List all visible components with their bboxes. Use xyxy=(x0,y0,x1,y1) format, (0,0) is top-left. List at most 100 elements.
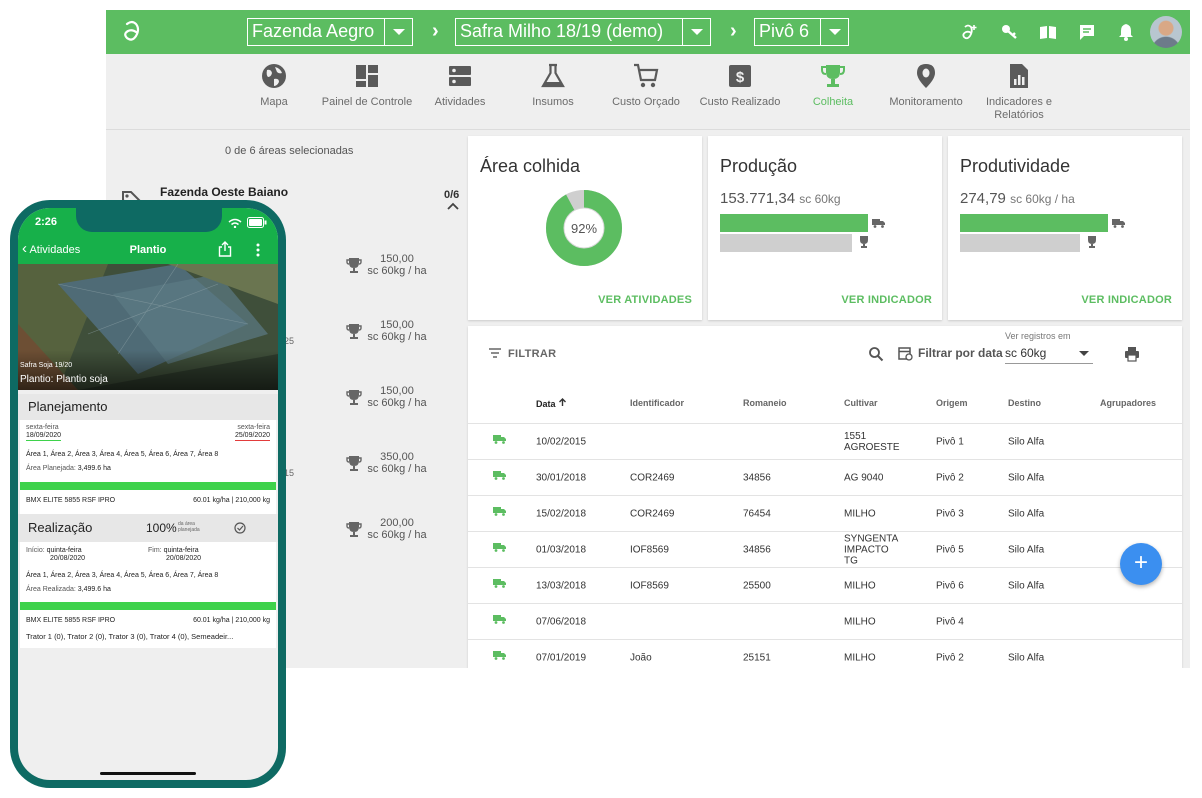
add-harvest-button[interactable]: + xyxy=(1120,543,1162,585)
card-title: Produção xyxy=(720,156,798,176)
produtividade-unit: sc 60kg / ha xyxy=(1010,192,1075,206)
ver-indicador-link[interactable]: VER INDICADOR xyxy=(841,294,932,306)
area-yield-row[interactable]: 150,00 sc 60kg / ha xyxy=(346,385,436,415)
farm-selector[interactable]: Fazenda Aegro xyxy=(247,18,413,46)
truck-icon xyxy=(493,543,506,552)
planejamento-section-header: Planejamento xyxy=(18,394,278,420)
table-cell: 15/02/2018 xyxy=(536,508,587,519)
machines-list: Trator 1 (0), Trator 2 (0), Trator 3 (0)… xyxy=(26,632,234,641)
start-date: 18/09/2020 xyxy=(26,432,62,441)
nav-item-colheita[interactable]: Colheita xyxy=(787,62,879,109)
nav-item-label: Monitoramento xyxy=(889,96,963,108)
area-yield-row[interactable]: 150,00 sc 60kg / ha xyxy=(346,319,436,349)
yield-value: 150,00 xyxy=(380,319,414,331)
table-cell: COR2469 xyxy=(630,472,675,483)
column-header-cultivar[interactable]: Cultivar xyxy=(844,398,878,408)
table-row[interactable]: 13/03/2018 IOF8569 25500 MILHO Pivô 6 Silo Al… xyxy=(468,567,1182,603)
realizacao-percent: 100% xyxy=(146,521,177,535)
ver-atividades-link[interactable]: VER ATIVIDADES xyxy=(598,294,692,306)
table-cell: 07/01/2019 xyxy=(536,652,587,663)
battery-icon xyxy=(247,217,267,228)
table-row[interactable]: 15/02/2018 COR2469 76454 MILHO Pivô 3 Silo Al… xyxy=(468,495,1182,531)
bug-pin-icon xyxy=(917,64,935,88)
table-row[interactable]: 07/06/2018 MILHO Pivô 4 xyxy=(468,603,1182,639)
yield-unit: sc 60kg / ha xyxy=(367,397,427,409)
farm-name[interactable]: Fazenda Oeste Baiano xyxy=(160,185,288,199)
card-produtividade: Produtividade 274,79 sc 60kg / ha VER IN… xyxy=(948,136,1182,320)
pivot-selector[interactable]: Pivô 6 xyxy=(754,18,849,46)
nav-item-atividades[interactable]: Atividades xyxy=(414,62,506,109)
trophy-icon xyxy=(860,236,868,248)
table-cell: MILHO xyxy=(844,616,876,627)
nav-item-mapa[interactable]: Mapa xyxy=(228,62,320,109)
aegro-logo-icon[interactable] xyxy=(118,18,146,46)
table-cell: MILHO xyxy=(844,580,876,591)
producao-expected-bar xyxy=(720,234,852,252)
card-producao: Produção 153.771,34 sc 60kg VER INDICADO… xyxy=(708,136,942,320)
produtividade-harvested-bar xyxy=(960,214,1108,232)
nav-item-monitoramento[interactable]: Monitoramento xyxy=(880,62,972,109)
table-row[interactable]: 10/02/2015 1551 AGROESTE Pivô 1 Silo Alfa xyxy=(468,423,1182,459)
card-area-colhida: Área colhida 92% VER ATIVIDADES xyxy=(468,136,702,320)
phone-app-header: ‹ Atividades Plantio xyxy=(18,238,278,264)
nav-item-custo-orcado[interactable]: Custo Orçado xyxy=(600,62,692,109)
season-selector[interactable]: Safra Milho 18/19 (demo) xyxy=(455,18,711,46)
column-header-agrupadores[interactable]: Agrupadores xyxy=(1100,398,1156,408)
realized-areas: Área 1, Área 2, Área 3, Área 4, Área 5, … xyxy=(26,572,219,579)
nav-item-label: Indicadores e Relatórios xyxy=(985,96,1053,121)
nav-item-custo-realizado[interactable]: $ Custo Realizado xyxy=(694,62,786,109)
column-header-data[interactable]: Data xyxy=(536,398,567,409)
chat-icon[interactable] xyxy=(1077,22,1097,42)
field-satellite-image: Safra Soja 19/20 Plantio: Plantio soja xyxy=(18,264,278,390)
table-cell: Silo Alfa xyxy=(1008,544,1045,555)
ver-indicador-link[interactable]: VER INDICADOR xyxy=(1081,294,1172,306)
card-title: Produtividade xyxy=(960,156,1071,176)
key-icon[interactable] xyxy=(1000,22,1020,42)
records-unit-value: sc 60kg xyxy=(1005,346,1047,360)
book-icon[interactable] xyxy=(1038,22,1058,42)
product-name: BMX ELITE 5855 RSF IPRO xyxy=(26,497,116,504)
area-yield-row[interactable]: 200,00 sc 60kg / ha xyxy=(346,517,436,547)
share-icon[interactable] xyxy=(218,241,232,257)
table-row[interactable]: 07/01/2019 João 25151 MILHO Pivô 2 Silo Alfa xyxy=(468,639,1182,668)
table-row[interactable]: 30/01/2018 COR2469 34856 AG 9040 Pivô 2 Silo … xyxy=(468,459,1182,495)
area-yield-row[interactable]: 350,00 sc 60kg / ha xyxy=(346,451,436,481)
date-filter-button[interactable]: Filtrar por data xyxy=(898,346,1003,361)
records-unit-label: Ver registros em xyxy=(1005,331,1071,341)
producao-unit: sc 60kg xyxy=(799,192,841,206)
breadcrumb-chevron-icon: › xyxy=(432,20,439,42)
stage: Fazenda Aegro › Safra Milho 18/19 (demo)… xyxy=(0,0,1202,798)
chevron-up-icon[interactable] xyxy=(447,201,459,211)
table-cell: Pivô 2 xyxy=(936,472,964,483)
column-header-romaneio[interactable]: Romaneio xyxy=(743,398,787,408)
column-header-origem[interactable]: Origem xyxy=(936,398,968,408)
end-day: sexta-feira xyxy=(237,424,270,431)
table-row[interactable]: 01/03/2018 IOF8569 34856 SYNGENTA IMPACTO T… xyxy=(468,531,1182,567)
nav-item-label: Custo Realizado xyxy=(699,96,781,108)
print-icon[interactable] xyxy=(1124,346,1140,362)
filter-button[interactable]: FILTRAR xyxy=(488,348,556,360)
chevron-down-icon xyxy=(384,19,412,45)
more-options-icon[interactable] xyxy=(256,243,260,257)
records-unit-select[interactable]: sc 60kg xyxy=(1005,344,1093,364)
section-title: Planejamento xyxy=(28,399,108,414)
area-yield-row[interactable]: 150,00 sc 60kg / ha xyxy=(346,253,436,283)
planejamento-card[interactable]: sexta-feira 18/09/2020 sexta-feira 25/09… xyxy=(20,420,276,514)
column-header-destino[interactable]: Destino xyxy=(1008,398,1041,408)
trophy-icon xyxy=(346,324,362,339)
column-header-label: Data xyxy=(536,399,556,409)
nav-item-indicadores[interactable]: Indicadores e Relatórios xyxy=(973,62,1065,122)
search-icon[interactable] xyxy=(868,346,884,362)
truck-icon xyxy=(493,579,506,588)
column-header-identificador[interactable]: Identificador xyxy=(630,398,684,408)
yield-unit: sc 60kg / ha xyxy=(367,529,427,541)
realizacao-card[interactable]: Início: quinta-feira 20/08/2020 Fim: qui… xyxy=(20,542,276,648)
add-user-icon[interactable] xyxy=(959,22,979,42)
avatar[interactable] xyxy=(1150,16,1182,48)
truck-icon xyxy=(872,219,885,228)
chevron-down-icon xyxy=(820,19,848,45)
nav-item-insumos[interactable]: Insumos xyxy=(507,62,599,109)
bell-icon[interactable] xyxy=(1116,22,1136,42)
nav-item-painel[interactable]: Painel de Controle xyxy=(321,62,413,109)
breadcrumb-chevron-icon: › xyxy=(730,20,737,42)
